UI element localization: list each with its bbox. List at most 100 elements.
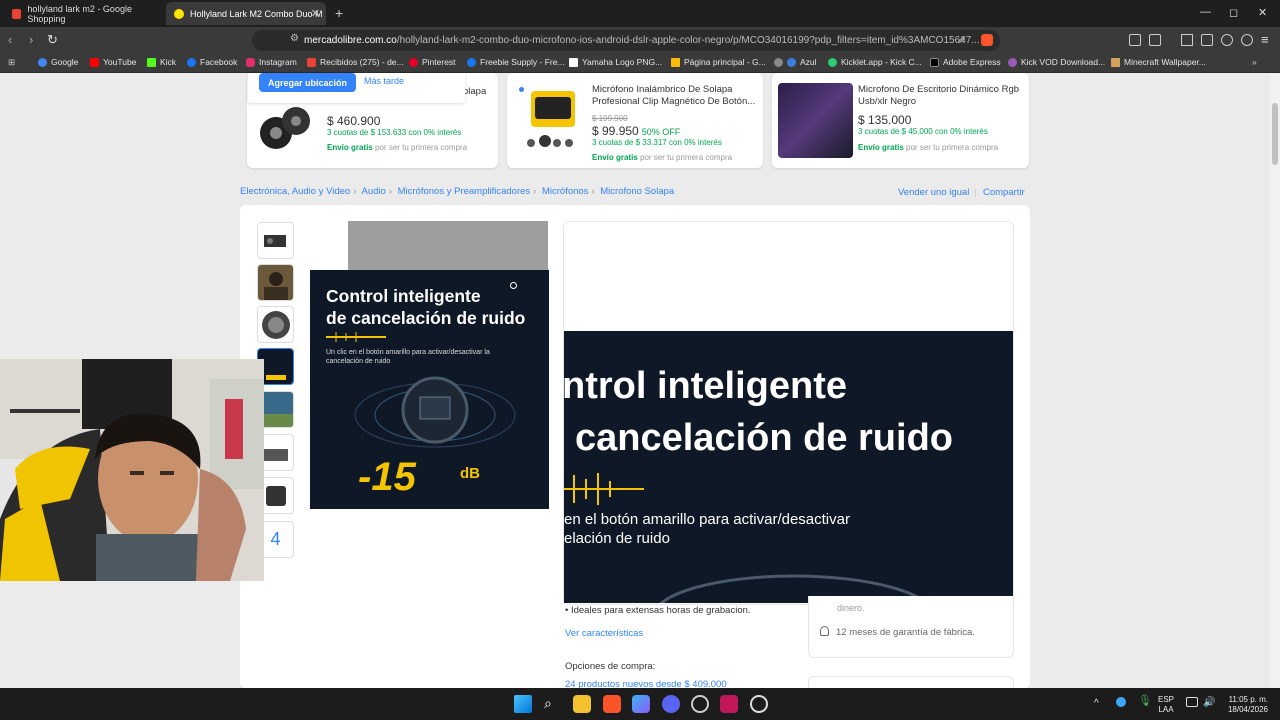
network-icon[interactable] bbox=[1186, 697, 1198, 707]
back-icon[interactable]: ‹ bbox=[8, 32, 12, 47]
windows-start-icon[interactable] bbox=[514, 695, 532, 713]
tab-bar: hollyland lark m2 - Google Shopping Holl… bbox=[0, 0, 1280, 27]
zoom-title-line-2: cancelación de ruido bbox=[575, 417, 953, 459]
kick-icon bbox=[147, 57, 156, 67]
sell-similar-link[interactable]: Vender uno igual bbox=[898, 187, 969, 198]
bookmark-kicklet[interactable]: Kicklet.app - Kick C... bbox=[828, 57, 922, 67]
bookmark-google[interactable]: Google bbox=[38, 57, 78, 67]
gallery-thumbnail[interactable] bbox=[257, 306, 294, 343]
add-location-button[interactable]: Agregar ubicación bbox=[259, 73, 357, 92]
bookmark-azul[interactable]: Azul bbox=[774, 57, 817, 67]
tab-google-shopping[interactable]: hollyland lark m2 - Google Shopping bbox=[4, 2, 164, 25]
bookmark-adobe-express[interactable]: Adobe Express bbox=[930, 57, 1001, 67]
keyboard-layout: LAA bbox=[1158, 705, 1174, 714]
breadcrumb-item[interactable]: Microfono Solapa bbox=[600, 186, 674, 197]
tab-mercadolibre[interactable]: Hollyland Lark M2 Combo Duo M ✕ bbox=[166, 2, 326, 25]
vpn-icon[interactable] bbox=[1241, 34, 1253, 46]
url-path: /hollyland-lark-m2-combo-duo-microfono-i… bbox=[396, 35, 980, 46]
chevron-up-icon[interactable]: ^ bbox=[1094, 699, 1099, 709]
later-button[interactable]: Más tarde bbox=[364, 76, 404, 86]
new-tab-button[interactable]: + bbox=[335, 5, 343, 21]
zoom-subtitle-line-1: en el botón amarillo para activar/desact… bbox=[564, 511, 850, 528]
menu-icon[interactable]: ≡ bbox=[1261, 32, 1269, 47]
feature-bullet: • Ideales para extensas horas de grabaci… bbox=[565, 605, 751, 616]
scrollbar[interactable] bbox=[1270, 73, 1280, 688]
site-info-icon[interactable]: ⚙ bbox=[290, 33, 299, 44]
warranty-text: 12 meses de garantía de fábrica. bbox=[836, 627, 975, 638]
zoom-subtitle-line-2: elación de ruido bbox=[564, 530, 670, 547]
bookmark-kick-vod[interactable]: Kick VOD Download... bbox=[1008, 57, 1105, 67]
bookmark-kick[interactable]: Kick bbox=[147, 57, 176, 67]
close-window-button[interactable]: ✕ bbox=[1258, 6, 1267, 19]
clock[interactable]: 11:05 p. m. 18/04/2026 bbox=[1222, 695, 1268, 715]
reload-icon[interactable]: ↻ bbox=[47, 32, 58, 48]
related-card-2[interactable]: Micrófono Inalámbrico De Solapa Profesio… bbox=[507, 73, 763, 168]
brave-icon[interactable] bbox=[603, 695, 621, 713]
product-installments: 3 cuotas de $ 153.633 con 0% interés bbox=[327, 128, 462, 137]
bookmark-freebie[interactable]: Freebie Supply - Fre... bbox=[467, 57, 565, 67]
more-bookmarks-icon[interactable]: » bbox=[1252, 57, 1257, 67]
breadcrumb-item[interactable]: Micrófonos y Preamplificadores bbox=[398, 186, 531, 197]
share-link[interactable]: Compartir bbox=[983, 187, 1025, 198]
download-icon[interactable] bbox=[1181, 34, 1193, 46]
search-icon[interactable]: ⌕ bbox=[544, 695, 562, 713]
breadcrumb-item[interactable]: Audio bbox=[362, 186, 386, 197]
product-title: olapa bbox=[463, 86, 487, 97]
apps-icon[interactable]: ⊞ bbox=[8, 57, 15, 68]
bookmark-youtube[interactable]: YouTube bbox=[90, 57, 136, 67]
minimize-button[interactable]: — bbox=[1200, 6, 1211, 18]
breadcrumb: Electrónica, Audio y Video › Audio › Micró… bbox=[240, 186, 674, 197]
copilot-icon[interactable] bbox=[632, 695, 650, 713]
bookmark-gmail[interactable]: Recibidos (275) - de... bbox=[307, 57, 404, 67]
scroll-thumb[interactable] bbox=[1272, 103, 1278, 165]
kicklet-icon bbox=[828, 57, 837, 67]
maximize-button[interactable]: ◻ bbox=[1229, 6, 1238, 19]
url-host: mercadolibre.com.co bbox=[304, 35, 397, 46]
bookmark-yamaha[interactable]: Yamaha Logo PNG... bbox=[569, 57, 662, 67]
discord-icon[interactable] bbox=[662, 695, 680, 713]
mercadolibre-icon bbox=[174, 8, 184, 19]
share-icon[interactable]: ⇗ bbox=[957, 33, 966, 46]
time: 11:05 p. m. bbox=[1228, 695, 1268, 704]
main-product-image[interactable]: Control inteligente de cancelación de ru… bbox=[310, 270, 549, 509]
bookmark-drive[interactable]: Página principal - G... bbox=[671, 57, 766, 67]
chevron-right-icon: › bbox=[533, 186, 537, 197]
location-popup: Agregar ubicación Más tarde bbox=[248, 73, 465, 103]
app-icon[interactable] bbox=[750, 695, 768, 713]
media-app-icon[interactable] bbox=[720, 695, 738, 713]
sidebar-icon[interactable] bbox=[1201, 34, 1213, 46]
volume-icon[interactable]: 🔊 bbox=[1203, 698, 1215, 708]
image-subtitle: Un clic en el botón amarillo para activa… bbox=[326, 349, 490, 365]
obs-icon[interactable] bbox=[691, 695, 709, 713]
bookmark-minecraft[interactable]: Minecraft Wallpaper... bbox=[1111, 57, 1206, 67]
leo-icon[interactable] bbox=[1221, 34, 1233, 46]
cloud-icon[interactable] bbox=[1116, 697, 1126, 707]
brave-shield-icon[interactable] bbox=[981, 34, 993, 46]
close-tab-icon[interactable]: ✕ bbox=[311, 7, 320, 20]
bookmark-instagram[interactable]: Instagram bbox=[246, 57, 297, 67]
bookmark-label: Kick bbox=[160, 57, 177, 67]
tab-title: hollyland lark m2 - Google Shopping bbox=[27, 3, 132, 24]
gallery-thumbnail[interactable] bbox=[257, 222, 294, 259]
bookmark-label: Azul bbox=[800, 57, 817, 67]
related-card-3[interactable]: Microfono De Escritorio Dinámico Rgb Usb… bbox=[772, 73, 1029, 168]
see-features-link[interactable]: Ver características bbox=[565, 628, 643, 639]
language-code: ESP bbox=[1158, 695, 1175, 704]
address-bar[interactable]: mercadolibre.com.co/hollyland-lark-m2-co… bbox=[252, 30, 1000, 51]
windows-taskbar: ⌕ ^ 🎙 ESP LAA 🔊 11:05 p. m. 18/04/2026 bbox=[0, 688, 1280, 720]
breadcrumb-item[interactable]: Electrónica, Audio y Video bbox=[240, 186, 350, 197]
device-graphic bbox=[354, 376, 516, 448]
file-explorer-icon[interactable] bbox=[573, 695, 591, 713]
forward-icon[interactable]: › bbox=[29, 32, 33, 47]
microphone-icon[interactable]: 🎙 bbox=[1138, 696, 1152, 707]
extensions-icon[interactable] bbox=[1129, 34, 1141, 46]
breadcrumb-item[interactable]: Micrófonos bbox=[542, 186, 588, 197]
bookmark-label: Recibidos (275) - de... bbox=[320, 57, 404, 67]
bookmark-pinterest[interactable]: Pinterest bbox=[409, 57, 456, 67]
product-old-price: $ 199.900 bbox=[592, 114, 628, 123]
gallery-thumbnail[interactable] bbox=[257, 264, 294, 301]
bookmark-facebook[interactable]: Facebook bbox=[187, 57, 237, 67]
wallet-icon[interactable] bbox=[1149, 34, 1161, 46]
zoom-title-line-1: ntrol inteligente bbox=[564, 365, 847, 407]
language-indicator[interactable]: ESP LAA bbox=[1158, 695, 1174, 715]
